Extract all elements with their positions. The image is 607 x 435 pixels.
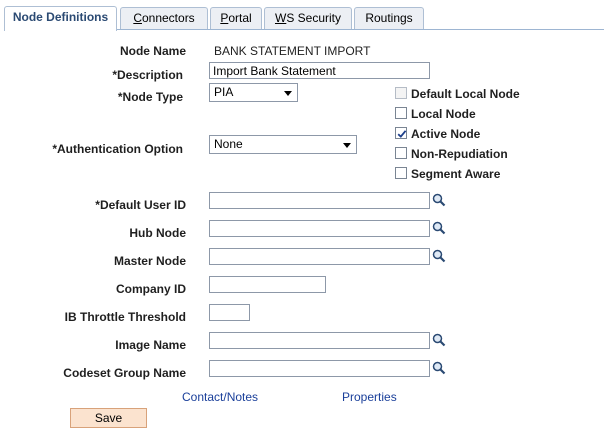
active-node-label: Active Node: [411, 127, 481, 141]
segment-aware-checkbox[interactable]: [395, 167, 407, 179]
auth-option-selected: None: [214, 137, 243, 151]
lookup-icon[interactable]: [432, 221, 446, 235]
node-type-label: *Node Type: [117, 90, 183, 104]
tab-portal-label: ortal: [228, 11, 252, 25]
default-local-node-checkbox[interactable]: [395, 87, 407, 99]
company-id-input[interactable]: [209, 276, 326, 293]
master-node-label: Master Node: [113, 254, 186, 268]
tab-connectors-label: onnectors: [141, 11, 195, 25]
default-user-id-input[interactable]: [209, 192, 430, 209]
lookup-icon[interactable]: [432, 333, 446, 347]
segment-aware-label: Segment Aware: [411, 167, 501, 181]
auth-option-select[interactable]: None: [209, 135, 357, 154]
tab-ws-security[interactable]: WS Security: [264, 7, 352, 29]
default-user-id-label: *Default User ID: [95, 198, 186, 212]
hub-node-label: Hub Node: [129, 226, 186, 240]
lookup-icon[interactable]: [432, 193, 446, 207]
company-id-label: Company ID: [115, 282, 186, 296]
dropdown-arrow-icon: [284, 91, 292, 96]
description-label: *Description: [112, 68, 183, 82]
auth-option-label: *Authentication Option: [52, 142, 183, 156]
tab-connectors[interactable]: Connectors: [120, 7, 208, 29]
local-node-checkbox[interactable]: [395, 107, 407, 119]
image-name-label: Image Name: [115, 338, 186, 352]
contact-notes-link[interactable]: Contact/Notes: [182, 390, 258, 404]
checkmark-icon: [397, 130, 407, 138]
local-node-label: Local Node: [411, 107, 476, 121]
master-node-input[interactable]: [209, 248, 430, 265]
lookup-icon[interactable]: [432, 249, 446, 263]
image-name-input[interactable]: [209, 332, 430, 349]
node-type-selected: PIA: [214, 85, 234, 99]
tab-routings[interactable]: Routings: [354, 7, 424, 29]
non-repudiation-checkbox[interactable]: [395, 147, 407, 159]
codeset-group-name-input[interactable]: [209, 360, 430, 377]
hub-node-input[interactable]: [209, 220, 430, 237]
non-repudiation-label: Non-Repudiation: [411, 147, 508, 161]
dropdown-arrow-icon: [343, 143, 351, 148]
ib-throttle-threshold-label: IB Throttle Threshold: [64, 310, 186, 324]
tab-ws-security-label: S Security: [286, 11, 341, 25]
active-node-checkbox[interactable]: [395, 127, 407, 139]
default-local-node-label: Default Local Node: [411, 87, 520, 101]
ib-throttle-threshold-input[interactable]: [209, 304, 250, 321]
tab-connectors-accesskey: C: [133, 11, 142, 25]
tab-node-definitions[interactable]: Node Definitions: [4, 6, 117, 31]
lookup-icon[interactable]: [432, 361, 446, 375]
tab-portal[interactable]: Portal: [210, 7, 262, 29]
properties-link[interactable]: Properties: [342, 390, 397, 404]
node-name-value: BANK STATEMENT IMPORT: [214, 44, 371, 58]
tab-ws-security-accesskey: W: [274, 11, 287, 25]
tab-node-definitions-label: Node Definitions: [12, 10, 109, 24]
codeset-group-name-label: Codeset Group Name: [63, 366, 186, 380]
description-input[interactable]: [209, 62, 430, 79]
tab-bar: Node Definitions Connectors Portal WS Se…: [4, 6, 604, 31]
tab-routings-label: Routings: [365, 11, 413, 25]
node-type-select[interactable]: PIA: [209, 83, 298, 102]
node-name-label: Node Name: [119, 44, 186, 58]
save-button[interactable]: Save: [70, 408, 147, 428]
